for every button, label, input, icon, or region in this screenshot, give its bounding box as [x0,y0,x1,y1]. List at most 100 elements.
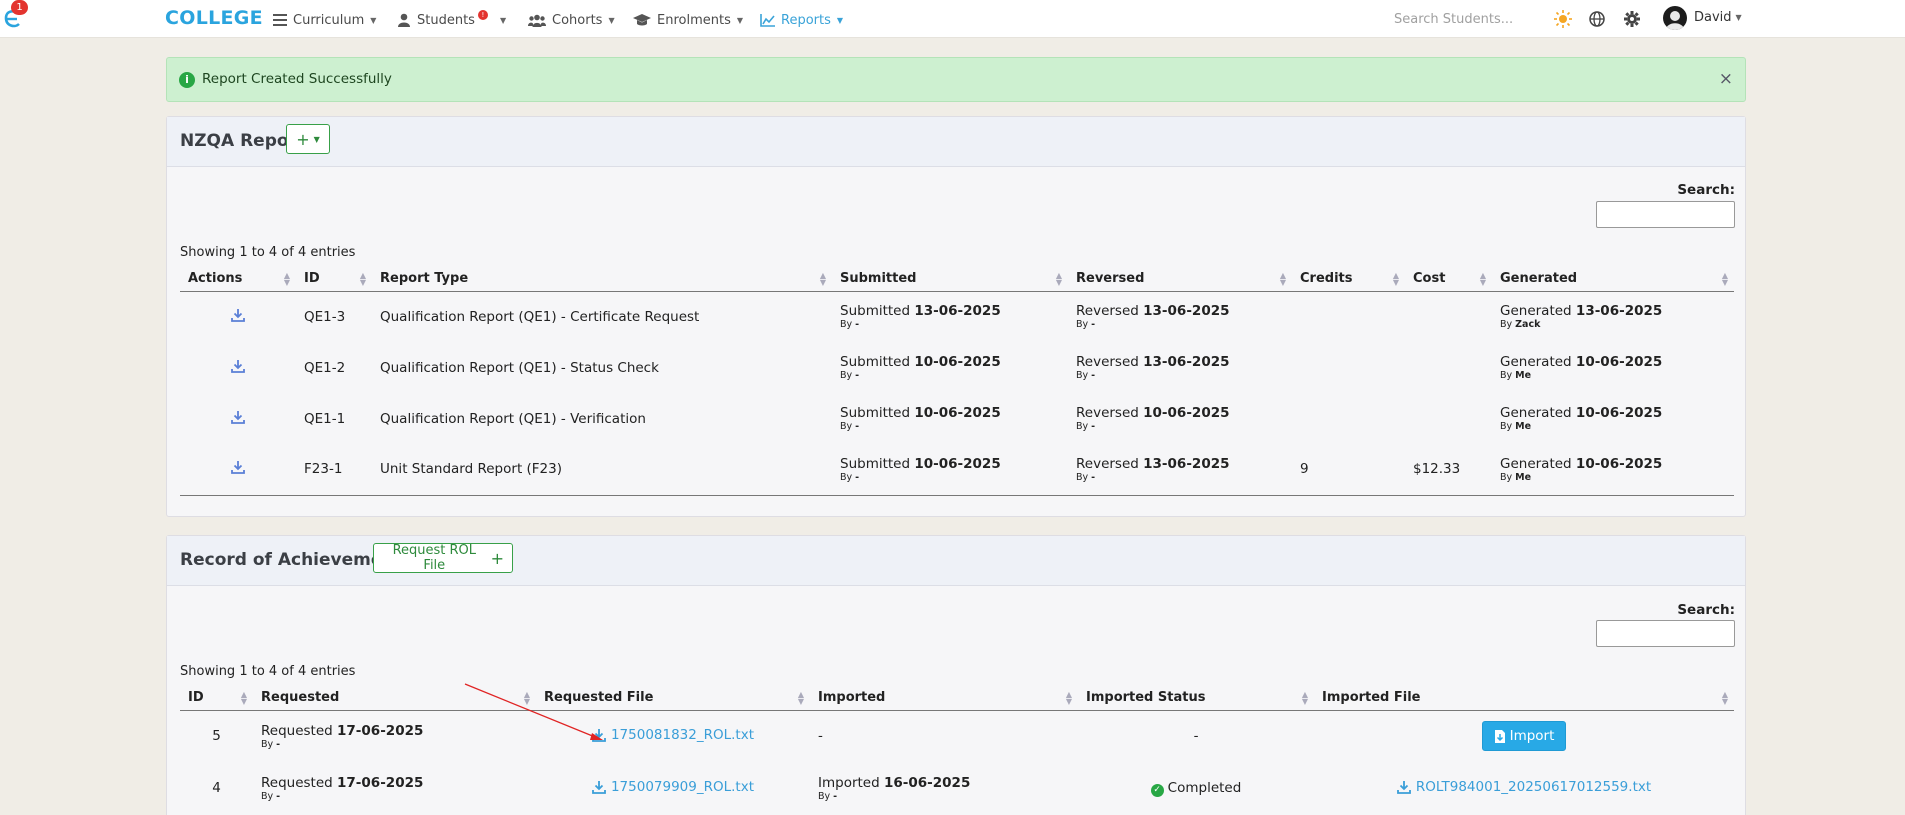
sort-icon: ▲ ▼ [797,690,804,706]
download-icon [1396,780,1411,794]
table-row: 4 Requested 17-06-2025 By - 1750079909_RO… [180,762,1734,814]
user-avatar[interactable] [1663,6,1687,30]
nav-students[interactable]: Students ! ▼ [397,10,506,30]
notification-badge[interactable]: 1 [11,0,28,15]
nav-enrolments[interactable]: Enrolments ▼ [633,10,743,30]
column-header-requested[interactable]: Requested ▲ ▼ [253,686,536,711]
download-icon[interactable] [231,410,245,424]
chevron-down-icon: ▼ [608,15,615,25]
row-imported-file: ROLT984001_20250617012559.txt [1314,762,1734,814]
table-row: F23-1 Unit Standard Report (F23) Submitt… [180,444,1734,495]
column-header-actions[interactable]: Actions ▲ ▼ [180,267,296,292]
file-import-icon [1494,729,1505,743]
column-header-submitted[interactable]: Submitted ▲ ▼ [832,267,1068,292]
brand-name[interactable]: COLLEGE [165,7,263,29]
sort-icon: ▲ ▼ [1721,271,1728,287]
column-header-id[interactable]: ID ▲ ▼ [296,267,372,292]
rol-search-input[interactable] [1596,620,1735,647]
column-header-imported-status[interactable]: Imported Status ▲ ▼ [1078,686,1314,711]
plus-icon: + [490,548,504,568]
sort-icon: ▲ ▼ [819,271,826,287]
user-name-label: David [1694,10,1732,25]
import-button[interactable]: Import [1482,721,1566,752]
row-requested-file: 1750079909_ROL.txt [536,762,810,814]
column-header-imported[interactable]: Imported ▲ ▼ [810,686,1078,711]
sort-icon: ▲ ▼ [240,690,247,706]
record-of-achievement-card: Record of Achievement Request ROL File +… [166,535,1746,815]
add-report-button[interactable]: + ▼ [286,124,330,154]
table-header-row: ID ▲ ▼ Requested ▲ ▼ Requested File ▲ ▼ Import… [180,686,1734,711]
sort-icon: ▲ ▼ [523,690,530,706]
nav-reports-label: Reports [781,12,831,28]
row-submitted: Submitted 13-06-2025 By - [840,303,1001,331]
row-reversed: Reversed 13-06-2025 By - [1076,303,1230,331]
menu-lines-icon [273,14,287,26]
user-icon [398,13,410,27]
sort-icon: ▲ ▼ [359,271,366,287]
settings-button[interactable] [1622,9,1642,29]
row-imported-file: Import [1314,710,1734,762]
nav-reports[interactable]: Reports ▼ [760,10,843,30]
nzqa-search-input[interactable] [1596,201,1735,228]
nav-cohorts[interactable]: Cohorts ▼ [528,10,615,30]
success-alert: i Report Created Successfully × [166,57,1746,102]
request-rol-file-button[interactable]: Request ROL File + [373,543,513,573]
alert-message: Report Created Successfully [202,71,392,87]
table-row: QE1-2 Qualification Report (QE1) - Statu… [180,342,1734,393]
row-generated: Generated 10-06-2025 By Me [1500,354,1663,381]
check-circle-icon: ✓ [1150,783,1164,797]
row-credits [1292,393,1405,444]
row-requested: Requested 17-06-2025 By - [261,774,424,802]
row-id: 4 [212,780,221,796]
row-reversed: Reversed 13-06-2025 By - [1076,455,1230,483]
download-icon[interactable] [231,308,245,322]
download-icon[interactable] [231,359,245,373]
download-icon[interactable] [231,460,245,475]
row-id: QE1-2 [304,359,346,376]
sun-icon [1554,10,1572,28]
nzqa-report-card: NZQA Report + ▼ Search: Showing 1 to 4 o… [166,116,1746,517]
request-rol-label: Request ROL File [392,543,477,573]
column-header-id[interactable]: ID ▲ ▼ [180,686,253,711]
requested-file-link[interactable]: 1750079909_ROL.txt [592,779,754,795]
close-icon[interactable]: × [1719,69,1733,89]
column-header-requested-file[interactable]: Requested File ▲ ▼ [536,686,810,711]
row-submitted: Submitted 10-06-2025 By - [840,405,1001,432]
imported-file-link[interactable]: ROLT984001_20250617012559.txt [1396,779,1651,795]
student-search-input[interactable] [1394,9,1534,29]
row-reversed: Reversed 10-06-2025 By - [1076,405,1230,432]
avatar-image-icon [1666,11,1684,30]
sort-icon: ▲ ▼ [1279,271,1286,287]
column-header-credits[interactable]: Credits ▲ ▼ [1292,267,1405,292]
language-button[interactable] [1587,9,1607,29]
theme-toggle-button[interactable] [1553,9,1573,29]
column-header-generated[interactable]: Generated ▲ ▼ [1492,267,1734,292]
chevron-down-icon: ▼ [370,15,377,25]
sort-icon: ▲ ▼ [1301,690,1308,706]
row-generated: Generated 10-06-2025 By Me [1500,455,1663,483]
entries-info: Showing 1 to 4 of 4 entries [180,245,356,260]
info-icon: i [179,72,195,88]
chevron-down-icon: ▼ [499,15,507,25]
line-chart-icon [760,13,775,27]
column-header-cost[interactable]: Cost ▲ ▼ [1405,267,1492,292]
column-header-imported-file[interactable]: Imported File ▲ ▼ [1314,686,1734,711]
nav-curriculum-label: Curriculum [293,12,365,28]
requested-file-link[interactable]: 1750081832_ROL.txt [592,727,754,743]
top-navbar: 1 COLLEGE Curriculum ▼ Students ! ▼ Coho… [0,0,1905,38]
plus-icon: + [296,129,310,149]
sort-icon: ▲ ▼ [1392,271,1399,287]
user-menu[interactable]: David ▼ [1694,10,1742,25]
row-cost [1405,291,1492,342]
card-header: NZQA Report + ▼ [167,117,1745,167]
column-header-reversed[interactable]: Reversed ▲ ▼ [1068,267,1292,292]
row-imported: - [818,728,823,745]
nav-curriculum[interactable]: Curriculum ▼ [273,10,376,30]
column-header-report-type[interactable]: Report Type ▲ ▼ [372,267,832,292]
table-header-row: Actions ▲ ▼ ID ▲ ▼ Report Type ▲ ▼ Submitted ▲ ▼… [180,267,1734,292]
row-imported: Imported 16-06-2025 By - [818,774,971,802]
row-submitted: Submitted 10-06-2025 By - [840,455,1001,483]
chevron-down-icon: ▼ [736,15,744,25]
chevron-down-icon: ▼ [313,134,320,144]
row-id: 5 [212,728,221,745]
